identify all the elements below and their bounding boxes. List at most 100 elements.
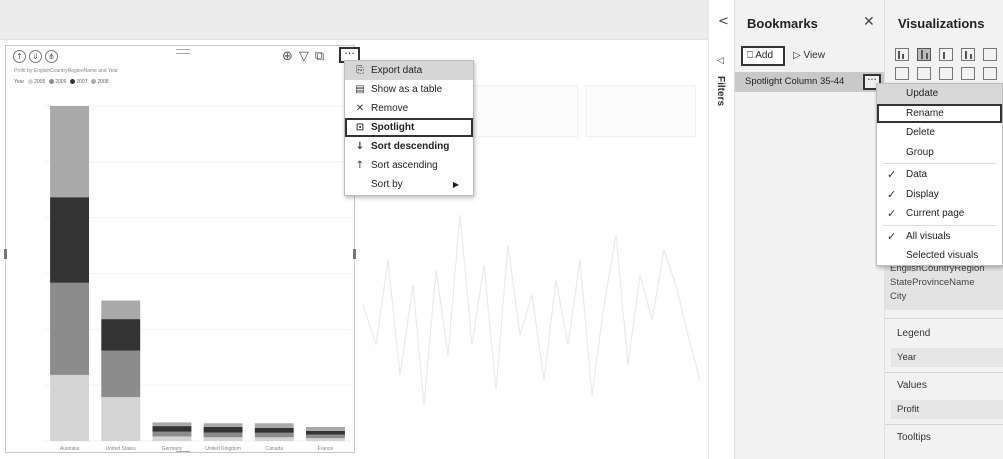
bar-segment[interactable] (203, 427, 243, 433)
menu-item-current-page[interactable]: ✓ Current page (877, 204, 1002, 224)
bar-segment[interactable] (50, 106, 89, 198)
stacked-column-icon[interactable] (917, 48, 931, 61)
resize-handle-bottom[interactable] (176, 451, 190, 454)
waterfall-icon[interactable] (983, 67, 997, 80)
menu-item-all-visuals[interactable]: ✓ All visuals (877, 227, 1002, 247)
ribbon-chart-icon[interactable] (961, 67, 975, 80)
checkmark-icon: ✓ (887, 187, 897, 201)
view-label: View (803, 50, 825, 61)
bar-segment[interactable] (101, 300, 141, 320)
menu-item-sort-ascending[interactable]: ↑ Sort ascending (345, 156, 473, 175)
bar-segment[interactable] (254, 432, 294, 438)
checkmark-icon: ✓ (887, 168, 897, 181)
table-icon: ▤ (355, 84, 365, 95)
stacked-bar-icon[interactable] (895, 48, 909, 61)
tooltips-section-label: Tooltips (897, 432, 931, 443)
menu-item-export-data[interactable]: ⎘ Export data (345, 61, 473, 80)
bar-segment[interactable] (203, 423, 243, 427)
stacked-column-visual[interactable]: ↑ ⇓ ⋔ ⊕ ▽ ⧉ ··· Profit by EnglishCountry… (4, 45, 360, 454)
bar-segment[interactable] (152, 436, 192, 441)
menu-item-sort-by[interactable]: Sort by ▶ (345, 175, 473, 194)
bar-segment[interactable] (254, 428, 294, 433)
menu-item-sort-descending[interactable]: ↓ Sort descending (345, 137, 473, 156)
bar-segment[interactable] (152, 431, 192, 437)
menu-item-spotlight[interactable]: ⊡ Spotlight (345, 118, 473, 137)
chevron-left-icon[interactable]: < (718, 14, 729, 29)
filter-funnel-icon: ◁ (717, 56, 724, 66)
bookmark-options-menu: Update Rename Delete Group ✓ Data ✓ Displa… (876, 83, 1003, 266)
axis-field-list: EnglishCountryRegion StateProvinceName C… (890, 262, 985, 304)
menu-item-show-as-table[interactable]: ▤ Show as a table (345, 80, 473, 99)
bookmark-icon: ⎕ (747, 50, 756, 61)
add-label: Add (755, 50, 774, 61)
100-bar-icon[interactable] (983, 48, 997, 61)
values-well[interactable]: Profit (891, 400, 1003, 419)
menu-item-label: Sort by (371, 179, 403, 190)
menu-divider (883, 224, 996, 226)
bar-segment[interactable] (152, 426, 192, 432)
bar-segment[interactable] (203, 432, 243, 438)
divider (885, 372, 1003, 373)
filters-label[interactable]: Filters (715, 76, 726, 106)
axis-field[interactable]: City (890, 290, 985, 304)
bar-segment[interactable] (254, 423, 294, 428)
menu-divider (883, 163, 996, 164)
x-tick-label: France (318, 446, 334, 452)
menu-item-label: Data (906, 169, 928, 180)
bar-segment[interactable] (306, 438, 345, 441)
spotlight-icon: ⊡ (355, 122, 365, 133)
menu-item-label: Sort ascending (371, 160, 438, 171)
bar-segment[interactable] (101, 397, 141, 441)
menu-item-label: All visuals (906, 230, 951, 242)
bar-segment[interactable] (50, 374, 89, 441)
bar-segment[interactable] (101, 350, 141, 398)
resize-handle-left[interactable] (4, 249, 7, 259)
values-section-label: Values (897, 380, 927, 391)
bar-segment[interactable] (50, 197, 89, 283)
bar-segment[interactable] (152, 422, 192, 427)
legend-well[interactable]: Year (891, 348, 1003, 367)
bar-segment[interactable] (306, 434, 345, 439)
bar-segment[interactable] (101, 319, 141, 351)
visualizations-title: Visualizations (898, 16, 985, 31)
close-icon: ✕ (355, 103, 365, 114)
bar-segment[interactable] (306, 430, 345, 435)
x-tick-label: United Kingdom (205, 446, 241, 452)
visual-type-gallery (895, 48, 1003, 80)
menu-item-rename[interactable]: Rename (877, 103, 1002, 123)
divider (885, 318, 1003, 319)
line-chart-icon[interactable] (895, 67, 909, 80)
resize-handle-right[interactable] (353, 249, 356, 259)
menu-item-update[interactable]: Update (877, 84, 1002, 104)
checkmark-icon: ✓ (887, 207, 897, 220)
menu-item-label: Current page (906, 208, 965, 219)
menu-item-remove[interactable]: ✕ Remove (345, 99, 473, 118)
power-bi-window: ↑ ⇓ ⋔ ⊕ ▽ ⧉ ··· Profit by EnglishCountry… (0, 0, 1003, 459)
clustered-column-icon[interactable] (961, 48, 975, 61)
icon-bar (921, 50, 923, 59)
add-bookmark-button[interactable]: ⎕ Add (741, 46, 785, 66)
clustered-bar-icon[interactable] (939, 48, 953, 61)
bar-segment[interactable] (306, 427, 345, 431)
view-bookmarks-button[interactable]: ▷ View (793, 48, 825, 64)
menu-item-delete[interactable]: Delete (877, 123, 1002, 143)
menu-item-display[interactable]: ✓ Display (877, 185, 1002, 205)
checkmark-icon: ✓ (887, 229, 897, 243)
bar-segment[interactable] (254, 437, 294, 441)
area-chart-icon[interactable] (917, 67, 931, 80)
icon-bar (965, 51, 967, 59)
bar-segment[interactable] (50, 282, 89, 375)
filters-pane-collapsed[interactable]: < ◁ Filters (708, 0, 734, 459)
x-tick-label: United States (106, 446, 137, 452)
axis-field[interactable]: StateProvinceName (890, 276, 985, 290)
bar-segment[interactable] (203, 437, 243, 441)
menu-item-label: Sort descending (371, 141, 450, 152)
close-icon[interactable]: ✕ (863, 14, 875, 30)
line-column-icon[interactable] (939, 67, 953, 80)
divider (885, 424, 1003, 425)
icon-bar (970, 54, 972, 59)
menu-item-group[interactable]: Group (877, 143, 1002, 163)
menu-item-data[interactable]: ✓ Data (877, 165, 1002, 185)
bar-chart: Australia United States Germany United King… (44, 105, 351, 452)
menu-item-selected-visuals[interactable]: Selected visuals (877, 246, 1002, 266)
